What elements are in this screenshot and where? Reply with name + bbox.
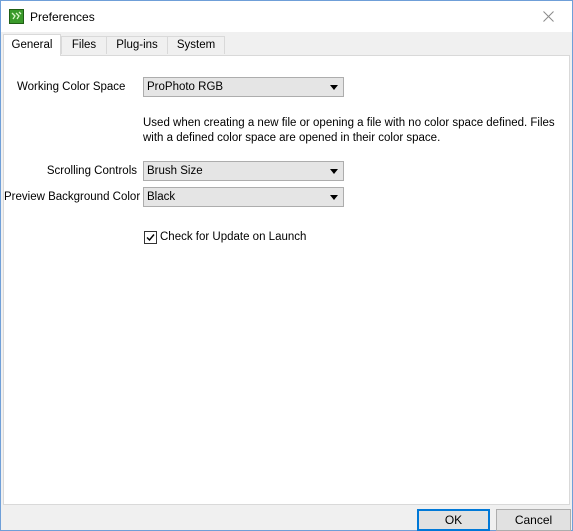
working-color-space-select[interactable]: ProPhoto RGB bbox=[143, 77, 344, 97]
close-icon bbox=[543, 11, 554, 22]
tab-system[interactable]: System bbox=[167, 36, 225, 54]
cancel-button[interactable]: Cancel bbox=[496, 509, 571, 531]
scrolling-controls-label: Scrolling Controls bbox=[46, 165, 137, 177]
chevron-down-icon bbox=[330, 169, 338, 174]
ok-button[interactable]: OK bbox=[417, 509, 490, 531]
preview-background-color-select[interactable]: Black bbox=[143, 187, 344, 207]
chevron-down-icon bbox=[330, 85, 338, 90]
check-icon bbox=[146, 234, 155, 242]
app-icon bbox=[9, 9, 24, 24]
scrolling-controls-value: Brush Size bbox=[147, 165, 203, 177]
preferences-window: Preferences General Files Plug-ins Syste… bbox=[0, 0, 573, 531]
check-update-label[interactable]: Check for Update on Launch bbox=[160, 231, 306, 243]
tab-general[interactable]: General bbox=[3, 34, 61, 56]
preview-background-color-value: Black bbox=[147, 191, 176, 203]
general-tab-panel: Working Color Space ProPhoto RGB Used wh… bbox=[3, 55, 570, 505]
working-color-space-label: Working Color Space bbox=[17, 81, 126, 93]
window-title: Preferences bbox=[30, 10, 95, 24]
working-color-space-value: ProPhoto RGB bbox=[147, 81, 224, 93]
tab-files[interactable]: Files bbox=[61, 36, 107, 54]
scrolling-controls-select[interactable]: Brush Size bbox=[143, 161, 344, 181]
check-update-checkbox[interactable] bbox=[144, 231, 157, 244]
preview-background-color-label: Preview Background Color bbox=[4, 191, 141, 203]
chevron-down-icon bbox=[330, 195, 338, 200]
working-color-space-hint: Used when creating a new file or opening… bbox=[143, 117, 555, 144]
close-button[interactable] bbox=[526, 1, 572, 32]
title-bar[interactable]: Preferences bbox=[1, 1, 572, 32]
tab-plug-ins[interactable]: Plug-ins bbox=[106, 36, 168, 54]
